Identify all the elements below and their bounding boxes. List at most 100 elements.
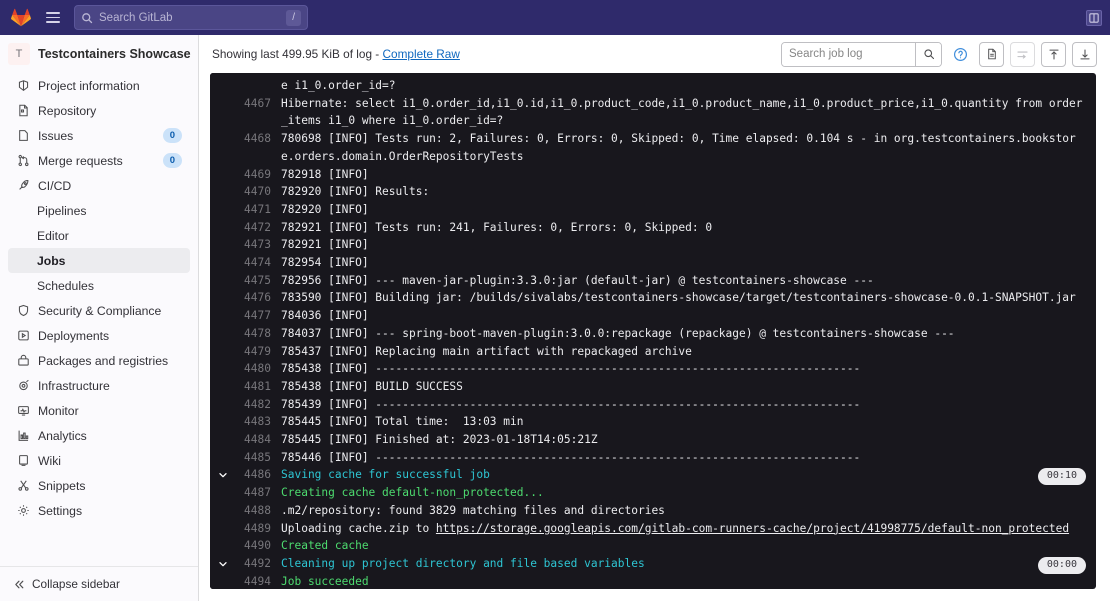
sidebar-item-deployments[interactable]: Deployments (8, 323, 190, 348)
log-line[interactable]: e i1_0.order_id=? (215, 77, 1096, 95)
log-line[interactable]: 4469782918 [INFO] (215, 166, 1096, 184)
sidebar-item-snippets[interactable]: Snippets (8, 473, 190, 498)
log-line-number[interactable] (231, 77, 271, 95)
sidebar-item-settings[interactable]: Settings (8, 498, 190, 523)
sidebar-item-project-information[interactable]: Project information (8, 73, 190, 98)
log-line[interactable]: 4476783590 [INFO] Building jar: /builds/… (215, 289, 1096, 307)
project-header[interactable]: T Testcontainers Showcase (0, 35, 198, 73)
sidebar-item-infrastructure[interactable]: Infrastructure (8, 373, 190, 398)
log-line-number[interactable]: 4482 (231, 396, 271, 414)
log-line[interactable]: 4480785438 [INFO] ----------------------… (215, 360, 1096, 378)
log-line-number[interactable]: 4485 (231, 449, 271, 467)
sidebar-item-security-compliance[interactable]: Security & Compliance (8, 298, 190, 323)
log-line-number[interactable]: 4469 (231, 166, 271, 184)
log-line[interactable]: 4471782920 [INFO] (215, 201, 1096, 219)
log-line[interactable]: 4492Cleaning up project directory and fi… (215, 555, 1096, 573)
sidebar-item-label: Snippets (38, 479, 182, 493)
job-log-lines: e i1_0.order_id=?4467Hibernate: select i… (215, 73, 1096, 589)
sidebar-item-jobs[interactable]: Jobs (8, 248, 190, 273)
log-line[interactable]: 4472782921 [INFO] Tests run: 241, Failur… (215, 219, 1096, 237)
collapse-sidebar-button[interactable]: Collapse sidebar (0, 566, 198, 601)
job-log-search[interactable] (781, 42, 942, 67)
log-line[interactable]: 4487Creating cache default-non_protected… (215, 484, 1096, 502)
search-job-log-input[interactable] (782, 43, 915, 66)
log-chevron-spacer (215, 431, 231, 449)
sidebar-nav-list-lower: Security & Compliance Deployments Packag… (0, 298, 198, 523)
sidebar-item-issues[interactable]: Issues 0 (8, 123, 190, 148)
log-line-number[interactable]: 4467 (231, 95, 271, 130)
issues-count-badge: 0 (163, 128, 182, 143)
job-log-panel[interactable]: e i1_0.order_id=?4467Hibernate: select i… (210, 73, 1096, 589)
sidebar-item-editor[interactable]: Editor (8, 223, 190, 248)
log-line[interactable]: 4490Created cache (215, 537, 1096, 555)
log-line[interactable]: 4474782954 [INFO] (215, 254, 1096, 272)
log-line-link[interactable]: https://storage.googleapis.com/gitlab-co… (436, 522, 1069, 535)
log-line-number[interactable]: 4484 (231, 431, 271, 449)
gitlab-logo-icon[interactable] (8, 5, 34, 31)
log-line-number[interactable]: 4480 (231, 360, 271, 378)
sidebar-item-merge-requests[interactable]: Merge requests 0 (8, 148, 190, 173)
log-line[interactable]: 4468780698 [INFO] Tests run: 2, Failures… (215, 130, 1096, 165)
log-line[interactable]: 4473782921 [INFO] (215, 236, 1096, 254)
complete-raw-link[interactable]: Complete Raw (383, 47, 460, 61)
scroll-to-bottom-button[interactable] (1072, 42, 1097, 67)
log-line-number[interactable]: 4489 (231, 520, 271, 538)
log-line-number[interactable]: 4478 (231, 325, 271, 343)
log-line-text: 785438 [INFO] BUILD SUCCESS (271, 378, 1088, 396)
log-line-number[interactable]: 4483 (231, 413, 271, 431)
show-raw-log-button[interactable] (979, 42, 1004, 67)
log-line-number[interactable]: 4476 (231, 289, 271, 307)
log-line-number[interactable]: 4471 (231, 201, 271, 219)
global-search-input[interactable]: Search GitLab / (74, 5, 308, 30)
log-line[interactable]: 4467Hibernate: select i1_0.order_id,i1_0… (215, 95, 1096, 130)
sidebar-item-pipelines[interactable]: Pipelines (8, 198, 190, 223)
sidebar-item-monitor[interactable]: Monitor (8, 398, 190, 423)
scroll-to-top-button[interactable] (1041, 42, 1066, 67)
log-line-number[interactable]: 4470 (231, 183, 271, 201)
page-body: T Testcontainers Showcase Project inform… (0, 35, 1110, 601)
sidebar-item-analytics[interactable]: Analytics (8, 423, 190, 448)
log-line-number[interactable]: 4475 (231, 272, 271, 290)
log-line[interactable]: 4489Uploading cache.zip to https://stora… (215, 520, 1096, 538)
log-line[interactable]: 4470782920 [INFO] Results: (215, 183, 1096, 201)
log-line-number[interactable]: 4473 (231, 236, 271, 254)
log-line[interactable]: 4483785445 [INFO] Total time: 13:03 min (215, 413, 1096, 431)
log-line[interactable]: 4477784036 [INFO] (215, 307, 1096, 325)
job-log-help-button[interactable] (948, 42, 973, 67)
log-line[interactable]: 4485785446 [INFO] ----------------------… (215, 449, 1096, 467)
log-line-number[interactable]: 4468 (231, 130, 271, 165)
log-line-number[interactable]: 4492 (231, 555, 271, 573)
chevron-down-icon[interactable] (215, 555, 231, 573)
log-line[interactable]: 4494Job succeeded (215, 573, 1096, 589)
log-line[interactable]: 4475782956 [INFO] --- maven-jar-plugin:3… (215, 272, 1096, 290)
log-line[interactable]: 4481785438 [INFO] BUILD SUCCESS (215, 378, 1096, 396)
monitor-icon (16, 404, 30, 418)
sidebar-item-schedules[interactable]: Schedules (8, 273, 190, 298)
log-line[interactable]: 4488.m2/repository: found 3829 matching … (215, 502, 1096, 520)
log-line[interactable]: 4482785439 [INFO] ----------------------… (215, 396, 1096, 414)
log-line-number[interactable]: 4494 (231, 573, 271, 589)
panel-toggle-icon[interactable] (1086, 10, 1102, 26)
log-line-number[interactable]: 4488 (231, 502, 271, 520)
log-line-number[interactable]: 4487 (231, 484, 271, 502)
log-line-number[interactable]: 4477 (231, 307, 271, 325)
hamburger-menu-icon[interactable] (40, 5, 66, 31)
chevron-down-icon[interactable] (215, 466, 231, 484)
log-line[interactable]: 4478784037 [INFO] --- spring-boot-maven-… (215, 325, 1096, 343)
sidebar-item-wiki[interactable]: Wiki (8, 448, 190, 473)
log-line-number[interactable]: 4490 (231, 537, 271, 555)
search-submit-button[interactable] (915, 43, 941, 66)
log-line-number[interactable]: 4481 (231, 378, 271, 396)
log-line[interactable]: 4484785445 [INFO] Finished at: 2023-01-1… (215, 431, 1096, 449)
log-line-number[interactable]: 4472 (231, 219, 271, 237)
log-line-number[interactable]: 4479 (231, 343, 271, 361)
log-line[interactable]: 4479785437 [INFO] Replacing main artifac… (215, 343, 1096, 361)
log-line-number[interactable]: 4474 (231, 254, 271, 272)
sidebar-item-packages-registries[interactable]: Packages and registries (8, 348, 190, 373)
sidebar-item-repository[interactable]: Repository (8, 98, 190, 123)
log-line[interactable]: 4486Saving cache for successful job00:10 (215, 466, 1096, 484)
log-line-number[interactable]: 4486 (231, 466, 271, 484)
sidebar-item-cicd[interactable]: CI/CD (8, 173, 190, 198)
soft-wrap-button[interactable] (1010, 42, 1035, 67)
merge-request-icon (16, 154, 30, 168)
